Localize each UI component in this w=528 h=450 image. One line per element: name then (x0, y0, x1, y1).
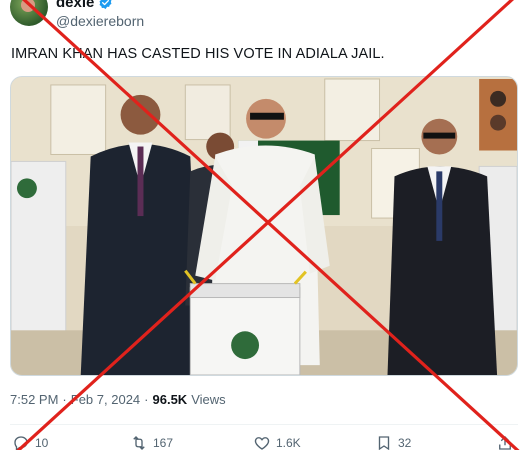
views-label: Views (191, 392, 226, 407)
author-handle[interactable]: @dexiereborn (56, 13, 144, 29)
tweet-time[interactable]: 7:52 PM (10, 392, 58, 407)
share-button[interactable] (496, 434, 514, 450)
meta-separator: · (62, 392, 67, 407)
tweet-date[interactable]: Feb 7, 2024 (71, 392, 140, 407)
tweet-photo[interactable] (10, 76, 518, 376)
like-button[interactable]: 1.6K (253, 434, 301, 450)
tweet-meta: 7:52 PM · Feb 7, 2024 · 96.5K Views (10, 392, 226, 407)
divider (10, 424, 518, 425)
meta-separator-2: · (144, 392, 149, 407)
repost-icon (133, 436, 145, 450)
heart-icon (254, 437, 270, 450)
repost-button[interactable]: 167 (130, 434, 173, 450)
repost-count: 167 (153, 436, 174, 450)
photo-illustration (11, 77, 517, 375)
reply-count: 10 (35, 436, 49, 450)
author-display-name[interactable]: dexie (56, 0, 94, 11)
avatar[interactable] (10, 0, 48, 26)
avatar-face (21, 0, 35, 12)
bookmark-button[interactable]: 32 (375, 434, 411, 450)
tweet-actions-bar: 10 167 1.6K 32 (10, 434, 518, 450)
share-icon (499, 436, 511, 450)
tweet-text: IMRAN KHAN HAS CASTED HIS VOTE IN ADIALA… (11, 46, 385, 62)
author-name-row[interactable]: dexie (56, 0, 113, 11)
views-count[interactable]: 96.5K (153, 392, 188, 407)
reply-button[interactable]: 10 (12, 434, 48, 450)
bookmark-count: 32 (398, 436, 412, 450)
verified-badge-icon (99, 0, 112, 10)
bookmark-icon (378, 436, 390, 450)
reply-icon (14, 436, 28, 450)
like-count: 1.6K (276, 436, 301, 450)
tweet-screenshot: dexie @dexiereborn IMRAN KHAN HAS CASTED… (0, 0, 528, 450)
